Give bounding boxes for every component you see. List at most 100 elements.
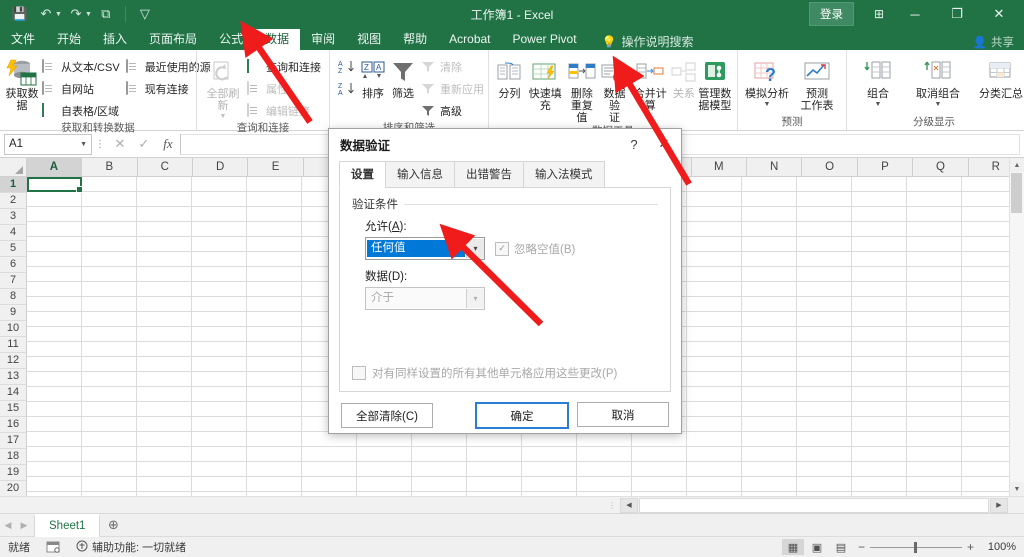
sign-in-button[interactable]: 登录 <box>809 2 854 26</box>
horizontal-scroll-track[interactable] <box>639 497 989 513</box>
filter-button[interactable]: 筛选 <box>388 55 418 100</box>
column-header-P[interactable]: P <box>857 158 914 176</box>
row-header-10[interactable]: 10 <box>0 321 26 337</box>
from-table-range-button[interactable]: 自表格/区域 <box>39 101 123 121</box>
column-header-C[interactable]: C <box>137 158 193 176</box>
scroll-right-icon[interactable]: ▶ <box>990 497 1008 513</box>
row-header-6[interactable]: 6 <box>0 257 26 273</box>
active-cell-A1[interactable] <box>27 177 83 193</box>
minimize-button[interactable]: ─ <box>894 0 936 28</box>
row-header-15[interactable]: 15 <box>0 401 26 417</box>
row-header-14[interactable]: 14 <box>0 385 26 401</box>
column-header-A[interactable]: A <box>26 158 83 176</box>
zoom-track[interactable] <box>869 541 962 553</box>
macro-record-icon[interactable] <box>38 541 68 553</box>
tab-help[interactable]: 帮助 <box>392 29 438 50</box>
confirm-entry-icon[interactable]: ✓ <box>132 136 156 152</box>
dialog-tab-input-message[interactable]: 输入信息 <box>385 161 455 188</box>
prev-sheet-icon[interactable]: ◀ <box>0 520 16 531</box>
row-header-11[interactable]: 11 <box>0 337 26 353</box>
zoom-out-button[interactable]: − <box>858 540 865 554</box>
zoom-in-button[interactable]: + <box>967 540 974 554</box>
refresh-all-button[interactable]: 全部刷新 ▼ <box>202 55 244 120</box>
column-header-D[interactable]: D <box>192 158 249 176</box>
sheet-tab-sheet1[interactable]: Sheet1 <box>34 513 101 537</box>
remove-duplicates-button[interactable]: 删除 重复值 <box>566 55 599 124</box>
customize-qat-icon[interactable]: ▽ <box>133 3 157 25</box>
name-box-dropdown-icon[interactable]: ▼ <box>80 141 87 148</box>
row-header-5[interactable]: 5 <box>0 241 26 257</box>
group-button[interactable]: 组合 ▼ <box>852 55 904 108</box>
row-header-3[interactable]: 3 <box>0 209 26 225</box>
text-to-columns-button[interactable]: 分列 <box>494 55 525 100</box>
restore-button[interactable]: ❐ <box>936 0 978 28</box>
column-header-E[interactable]: E <box>248 158 304 176</box>
forecast-sheet-button[interactable]: 预测 工作表 <box>793 55 841 112</box>
what-if-caret-icon[interactable]: ▼ <box>764 101 771 108</box>
tab-page-layout[interactable]: 页面布局 <box>138 29 208 50</box>
vertical-scrollbar[interactable]: ▲ ▼ <box>1009 158 1024 496</box>
advanced-filter-button[interactable]: 高级 <box>418 101 487 121</box>
tab-data[interactable]: 数据 <box>254 29 301 50</box>
column-header-N[interactable]: N <box>747 158 803 176</box>
column-header-Q[interactable]: Q <box>913 158 969 176</box>
normal-view-button[interactable]: ▦ <box>781 539 804 555</box>
row-header-2[interactable]: 2 <box>0 193 26 209</box>
get-data-button[interactable]: 获取数 据 <box>5 55 39 112</box>
row-header-9[interactable]: 9 <box>0 305 26 321</box>
dialog-tab-ime-mode[interactable]: 输入法模式 <box>523 161 605 188</box>
row-header-13[interactable]: 13 <box>0 369 26 385</box>
split-handle[interactable]: ⋮ <box>604 501 620 510</box>
row-header-4[interactable]: 4 <box>0 225 26 241</box>
cancel-entry-icon[interactable]: ✕ <box>108 136 132 152</box>
row-header-8[interactable]: 8 <box>0 289 26 305</box>
tab-home[interactable]: 开始 <box>46 29 92 50</box>
touch-mode-icon[interactable]: ⧉ <box>94 3 118 25</box>
tab-insert[interactable]: 插入 <box>92 29 138 50</box>
scroll-left-icon[interactable]: ◀ <box>620 497 638 513</box>
what-if-analysis-button[interactable]: ? 模拟分析 ▼ <box>743 55 791 108</box>
tab-file[interactable]: 文件 <box>0 29 46 50</box>
consolidate-button[interactable]: 合并计算 <box>631 55 670 112</box>
save-icon[interactable]: 💾 <box>8 3 32 25</box>
sort-button[interactable]: Z A 排序 <box>358 55 388 100</box>
redo-icon[interactable]: ↷ <box>64 3 88 25</box>
scroll-up-icon[interactable]: ▲ <box>1010 158 1024 172</box>
dialog-help-icon[interactable]: ? <box>619 131 649 157</box>
row-header-1[interactable]: 1 <box>0 177 26 193</box>
queries-connections-button[interactable]: 查询和连接 <box>244 57 324 77</box>
subtotal-button[interactable]: 分类汇总 <box>972 55 1024 100</box>
add-sheet-icon[interactable]: ⊕ <box>100 517 126 533</box>
column-header-B[interactable]: B <box>82 158 138 176</box>
ignore-blank-checkbox[interactable]: 忽略空值(B) <box>495 241 575 257</box>
row-header-20[interactable]: 20 <box>0 481 26 496</box>
dialog-tab-settings[interactable]: 设置 <box>339 161 386 188</box>
share-button[interactable]: 👤 共享 <box>973 34 1024 50</box>
from-web-button[interactable]: 自网站 <box>39 79 123 99</box>
undo-icon[interactable]: ↶ <box>34 3 58 25</box>
zoom-thumb[interactable] <box>913 541 917 553</box>
tab-view[interactable]: 视图 <box>346 29 392 50</box>
tab-review[interactable]: 审阅 <box>300 29 346 50</box>
page-layout-view-button[interactable]: ▣ <box>806 539 828 555</box>
row-header-17[interactable]: 17 <box>0 433 26 449</box>
clear-all-button[interactable]: 全部清除(C) <box>341 403 433 428</box>
data-validation-button[interactable]: 数据验 证 <box>598 55 631 124</box>
row-header-7[interactable]: 7 <box>0 273 26 289</box>
formula-bar-handle[interactable]: ⋮ <box>92 139 108 150</box>
ungroup-caret-icon[interactable]: ▼ <box>935 101 942 108</box>
allow-combobox[interactable]: 任何值 ▾ <box>365 237 485 260</box>
flash-fill-button[interactable]: 快速填充 <box>525 55 566 112</box>
row-header-18[interactable]: 18 <box>0 449 26 465</box>
sort-descending-button[interactable]: ZA <box>338 81 355 99</box>
next-sheet-icon[interactable]: ▶ <box>16 520 32 531</box>
select-all-button[interactable] <box>0 158 27 176</box>
name-box[interactable]: A1 ▼ <box>4 133 92 155</box>
tab-formulas[interactable]: 公式 <box>208 29 254 50</box>
manage-data-model-button[interactable]: 管理数 据模型 <box>698 55 732 112</box>
row-header-12[interactable]: 12 <box>0 353 26 369</box>
ungroup-button[interactable]: 取消组合 ▼ <box>908 55 968 108</box>
sort-ascending-button[interactable]: AZ <box>338 59 355 77</box>
group-caret-icon[interactable]: ▼ <box>875 101 882 108</box>
dialog-close-icon[interactable]: ✕ <box>649 131 679 157</box>
